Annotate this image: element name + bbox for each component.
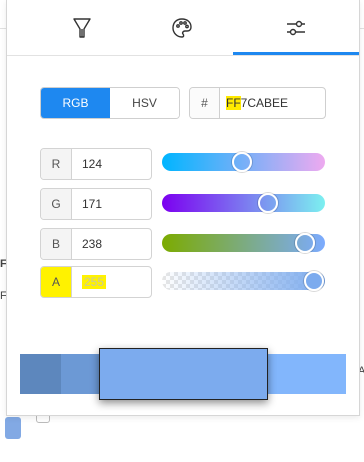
alpha-slider[interactable] <box>162 271 325 291</box>
hex-field[interactable]: # FF 7CABEE <box>189 87 326 119</box>
tab-brush[interactable] <box>24 0 140 55</box>
channel-g-label: G <box>41 189 72 219</box>
channel-b-label: B <box>41 229 72 259</box>
picker-tabs <box>7 0 359 56</box>
tab-sliders[interactable] <box>233 0 359 55</box>
brush-icon <box>72 17 92 39</box>
channel-r-input[interactable]: 124 <box>72 149 151 179</box>
color-swatches <box>20 348 346 400</box>
color-picker-popup: RGB HSV # FF 7CABEE R 124 G 171 B 238 A 2… <box>6 0 360 416</box>
channel-a-label: A <box>41 267 72 297</box>
mode-hsv-button[interactable]: HSV <box>110 88 179 118</box>
hex-value-text: 7CABEE <box>240 96 289 110</box>
channel-b-input[interactable]: 238 <box>72 229 151 259</box>
hex-highlighted-text: FF <box>226 96 241 110</box>
channel-a-value-text: 255 <box>82 275 107 289</box>
blue-slider-handle[interactable] <box>294 233 315 253</box>
background-color-swatch[interactable] <box>5 417 21 439</box>
red-slider-handle[interactable] <box>231 152 252 172</box>
hex-input[interactable]: FF 7CABEE <box>220 88 325 118</box>
swatch-light[interactable] <box>266 354 346 394</box>
red-slider[interactable] <box>162 152 325 172</box>
color-mode-toggle: RGB HSV <box>40 87 180 119</box>
swatch-dark[interactable] <box>61 354 101 394</box>
channel-b: B 238 <box>40 228 152 260</box>
channel-g-input[interactable]: 171 <box>72 189 151 219</box>
green-slider[interactable] <box>162 193 325 213</box>
tab-palette[interactable] <box>124 0 240 55</box>
channel-r: R 124 <box>40 148 152 180</box>
alpha-slider-handle[interactable] <box>304 271 324 291</box>
blue-slider[interactable] <box>162 233 325 253</box>
active-tab-indicator <box>233 52 359 55</box>
channel-g: G 171 <box>40 188 152 220</box>
swatch-darker[interactable] <box>20 354 61 394</box>
palette-icon <box>171 17 193 39</box>
channel-a: A 255 <box>40 266 152 298</box>
hex-prefix: # <box>190 88 220 118</box>
sliders-icon <box>285 17 307 39</box>
mode-rgb-button[interactable]: RGB <box>41 88 110 118</box>
channel-a-input[interactable]: 255 <box>72 267 151 297</box>
channel-r-label: R <box>41 149 72 179</box>
swatch-current[interactable] <box>99 348 268 400</box>
green-slider-handle[interactable] <box>257 193 278 213</box>
